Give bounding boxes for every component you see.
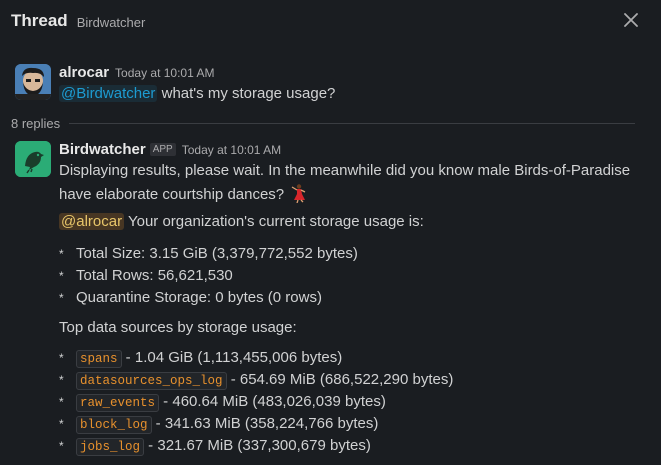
bullet: * <box>59 269 64 283</box>
thread-title: Thread <box>11 11 68 30</box>
source-size: - 460.64 MiB (483,026,039 bytes) <box>159 393 386 410</box>
list-item: * jobs_log - 321.67 MiB (337,300,679 byte… <box>59 437 371 456</box>
bullet: * <box>59 291 64 305</box>
avatar-alrocar[interactable] <box>15 64 51 100</box>
list-item: * block_log - 341.63 MiB (358,224,766 byt… <box>59 415 379 434</box>
list-item: * datasources_ops_log - 654.69 MiB (686,5… <box>59 371 454 390</box>
author-name[interactable]: alrocar <box>59 64 109 81</box>
message-body: @Birdwatcher what's my storage usage? <box>59 85 335 102</box>
bullet: * <box>59 373 64 387</box>
bullet: * <box>59 417 64 431</box>
bullet: * <box>59 351 64 365</box>
reply-line-1: Displaying results, please wait. In the … <box>59 162 631 179</box>
list-item: * spans - 1.04 GiB (1,113,455,006 bytes) <box>59 349 343 368</box>
bullet: * <box>59 439 64 453</box>
stat-total-rows: Total Rows: 56,621,530 <box>76 267 233 284</box>
avatar-birdwatcher[interactable] <box>15 141 51 177</box>
source-name: datasources_ops_log <box>76 372 227 390</box>
close-icon <box>624 13 638 27</box>
bird-logo-icon <box>15 141 51 177</box>
source-size: - 321.67 MiB (337,300,679 bytes) <box>144 437 371 454</box>
source-name: jobs_log <box>76 438 145 456</box>
source-name: raw_events <box>76 394 160 412</box>
storage-intro: @alrocar Your organization's current sto… <box>59 213 424 230</box>
stat-quarantine: Quarantine Storage: 0 bytes (0 rows) <box>76 289 322 306</box>
list-item: * raw_events - 460.64 MiB (483,026,039 by… <box>59 393 386 412</box>
top-sources-heading: Top data sources by storage usage: <box>59 319 297 336</box>
list-item: * Total Rows: 56,621,530 <box>59 267 233 284</box>
stat-total-size: Total Size: 3.15 GiB (3,379,772,552 byte… <box>76 245 358 262</box>
user-avatar-icon <box>15 64 51 100</box>
source-size: - 654.69 MiB (686,522,290 bytes) <box>226 371 454 388</box>
channel-name: Birdwatcher <box>76 14 146 30</box>
source-name: spans <box>76 350 122 368</box>
bullet: * <box>59 395 64 409</box>
storage-intro-text: Your organization's current storage usag… <box>124 213 424 230</box>
divider-line <box>69 122 635 124</box>
reply-time[interactable]: Today at 10:01 AM <box>182 143 281 157</box>
source-size: - 1.04 GiB (1,113,455,006 bytes) <box>121 349 343 366</box>
source-name: block_log <box>76 416 152 434</box>
thread-header: Thread Birdwatcher <box>0 0 661 42</box>
replies-count: 8 replies <box>11 115 61 131</box>
reply-line-2: have elaborate courtship dances? <box>59 183 308 207</box>
message-text: what's my storage usage? <box>157 85 336 102</box>
author-name[interactable]: Birdwatcher <box>59 141 146 158</box>
dancer-emoji-icon <box>288 183 308 207</box>
replies-divider: 8 replies <box>11 114 635 132</box>
source-size: - 341.63 MiB (358,224,766 bytes) <box>151 415 379 432</box>
mention-alrocar[interactable]: @alrocar <box>59 213 125 230</box>
reply-line-2-text: have elaborate courtship dances? <box>59 186 285 203</box>
list-item: * Quarantine Storage: 0 bytes (0 rows) <box>59 289 322 306</box>
reply-header: Birdwatcher APP Today at 10:01 AM <box>59 141 281 158</box>
app-badge: APP <box>149 143 176 156</box>
list-item: * Total Size: 3.15 GiB (3,379,772,552 byt… <box>59 245 358 262</box>
message-header: alrocar Today at 10:01 AM <box>59 64 214 81</box>
mention-birdwatcher[interactable]: @Birdwatcher <box>59 85 158 102</box>
message-time[interactable]: Today at 10:01 AM <box>115 66 214 80</box>
bullet: * <box>59 247 64 261</box>
close-button[interactable] <box>622 11 640 29</box>
